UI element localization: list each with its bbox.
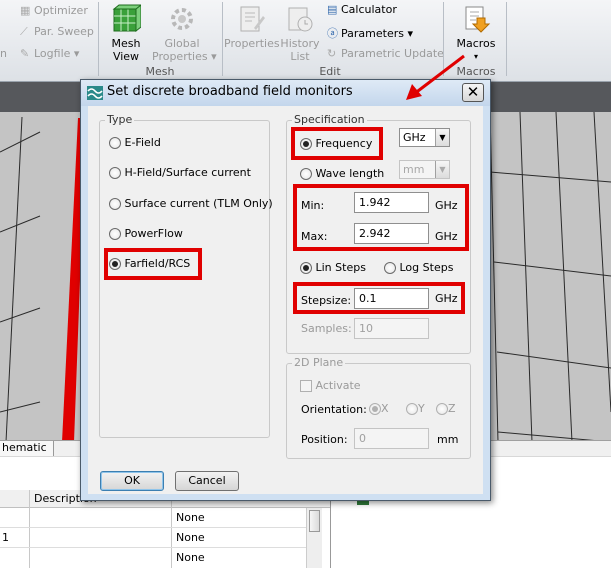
ribbon-group-mesh: Mesh	[145, 65, 175, 78]
ribbon-group-edit: Edit	[319, 65, 341, 78]
radio-powerflow[interactable]: PowerFlow	[109, 227, 183, 240]
min-label: Min:	[301, 199, 325, 212]
properties-icon	[236, 4, 266, 34]
logfile-icon: ✎	[20, 47, 30, 60]
radio-button[interactable]	[369, 403, 381, 415]
position-label: Position:	[301, 433, 348, 446]
tab-schematic[interactable]: hematic	[0, 441, 54, 456]
samples-label: Samples:	[301, 322, 352, 335]
ribbon-separator	[98, 2, 99, 76]
par-sweep-icon: ⟋	[20, 25, 28, 38]
table-row[interactable]: 1 None	[0, 528, 306, 548]
radio-button[interactable]	[384, 262, 396, 274]
ok-button[interactable]: OK	[100, 471, 164, 491]
calculator-icon: ▤	[327, 3, 338, 16]
radio-button[interactable]	[300, 138, 312, 150]
length-unit-select[interactable]: mm ▼	[399, 160, 450, 179]
table-scrollbar[interactable]	[306, 508, 322, 568]
table-row[interactable]: None	[0, 508, 306, 528]
frequency-unit-select[interactable]: GHz ▼	[399, 128, 450, 147]
stepsize-label: Stepsize:	[301, 294, 352, 307]
mesh-view-button[interactable]: Mesh View	[104, 3, 148, 63]
dialog-title: Set discrete broadband field monitors	[107, 84, 353, 99]
min-frequency-input[interactable]	[354, 192, 429, 213]
truncated-label: n	[0, 47, 7, 60]
radio-button[interactable]	[109, 167, 121, 179]
macros-icon	[461, 4, 491, 34]
gear-icon	[167, 4, 197, 34]
radio-button[interactable]	[300, 262, 312, 274]
stepsize-input[interactable]	[354, 288, 429, 309]
table-row[interactable]: None	[0, 548, 306, 568]
dialog-body: Type E-Field H-Field/Surface current Sur…	[88, 106, 483, 494]
global-properties-button[interactable]: Global Properties ▾	[152, 4, 217, 63]
radio-button[interactable]	[300, 168, 312, 180]
position-input[interactable]	[354, 428, 429, 449]
mesh-view-icon	[111, 3, 143, 34]
history-list-button[interactable]: History List	[280, 4, 320, 63]
stepsize-unit-label: GHz	[435, 292, 458, 305]
optimizer-button[interactable]: ▦ Optimizer	[20, 4, 88, 17]
radio-button[interactable]	[109, 258, 121, 270]
par-sweep-button[interactable]: ⟋ Par. Sweep	[20, 25, 94, 39]
radio-frequency[interactable]: Frequency	[300, 137, 372, 150]
radio-surface-current[interactable]: Surface current (TLM Only)	[109, 197, 273, 210]
radio-orient-x[interactable]: X	[369, 402, 389, 415]
optimizer-icon: ▦	[20, 4, 31, 17]
field-monitors-dialog: Set discrete broadband field monitors ✕ …	[80, 79, 491, 501]
radio-wavelength[interactable]: Wave length	[300, 167, 384, 180]
specification-group-label: Specification	[292, 113, 367, 126]
radio-lin-steps[interactable]: Lin Steps	[300, 261, 366, 274]
logfile-button[interactable]: ✎ Logfile ▾	[20, 47, 79, 60]
max-frequency-input[interactable]	[354, 223, 429, 244]
activate-checkbox[interactable]: Activate	[300, 379, 361, 392]
ribbon-toolbar: ▦ Optimizer ⟋ Par. Sweep ✎ Logfile ▾ n Mesh…	[0, 0, 611, 82]
calculator-button[interactable]: ▤ Calculator	[327, 3, 397, 16]
radio-hfield[interactable]: H-Field/Surface current	[109, 166, 251, 179]
radio-log-steps[interactable]: Log Steps	[384, 261, 453, 274]
ribbon-separator	[506, 2, 507, 76]
chevron-down-icon[interactable]: ▼	[435, 161, 449, 178]
radio-button[interactable]	[436, 403, 448, 415]
radio-button[interactable]	[406, 403, 418, 415]
properties-button[interactable]: Properties	[224, 4, 280, 50]
max-label: Max:	[301, 230, 328, 243]
position-unit-label: mm	[437, 433, 459, 446]
parameters-icon: ⓐ	[327, 27, 338, 40]
checkbox[interactable]	[300, 380, 312, 392]
type-group-label: Type	[105, 113, 135, 126]
parameters-button[interactable]: ⓐ Parameters ▾	[327, 25, 413, 41]
chevron-down-icon[interactable]: ▼	[435, 129, 449, 146]
max-unit-label: GHz	[435, 230, 458, 243]
radio-button[interactable]	[109, 198, 121, 210]
radio-farfield-rcs[interactable]: Farfield/RCS	[109, 257, 190, 270]
min-unit-label: GHz	[435, 199, 458, 212]
radio-orient-z[interactable]: Z	[436, 402, 456, 415]
red-annotation-arrow	[406, 54, 465, 100]
radio-button[interactable]	[109, 137, 121, 149]
radio-efield[interactable]: E-Field	[109, 136, 161, 149]
orientation-label: Orientation:	[301, 403, 367, 416]
monitor-wave-icon	[87, 86, 103, 100]
radio-orient-y[interactable]: Y	[406, 402, 425, 415]
radio-button[interactable]	[109, 228, 121, 240]
ribbon-separator	[222, 2, 223, 76]
samples-input[interactable]	[354, 318, 429, 339]
cancel-button[interactable]: Cancel	[175, 471, 239, 491]
parametric-update-icon: ↻	[327, 47, 337, 60]
2d-plane-group-label: 2D Plane	[292, 356, 346, 369]
history-icon	[285, 4, 315, 34]
